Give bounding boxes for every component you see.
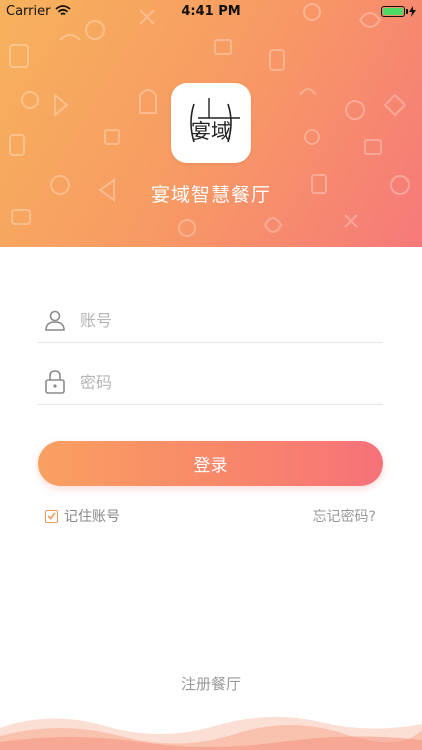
checkmark-icon — [47, 512, 56, 520]
wifi-icon — [55, 5, 72, 16]
lock-icon — [45, 370, 65, 394]
remember-account-toggle[interactable]: 记住账号 — [45, 506, 120, 526]
password-field[interactable] — [38, 360, 383, 405]
login-button[interactable]: 登录 — [38, 441, 383, 486]
account-input[interactable] — [78, 309, 362, 331]
app-logo: 宴域 — [171, 83, 251, 163]
header-banner: 宴域 宴域智慧餐厅 — [0, 0, 422, 247]
password-input[interactable] — [78, 371, 362, 393]
battery-icon — [381, 5, 408, 17]
account-field[interactable] — [38, 298, 383, 343]
footer-waves — [0, 716, 422, 750]
remember-checkbox[interactable] — [45, 509, 58, 523]
logo-text: 宴域 — [191, 119, 231, 143]
app-name: 宴域智慧餐厅 — [150, 184, 271, 206]
status-bar: Carrier 4:41 PM — [0, 0, 422, 22]
user-icon — [45, 310, 65, 331]
forgot-password-link[interactable]: 忘记密码? — [313, 506, 376, 526]
carrier-label: Carrier — [6, 3, 51, 19]
register-restaurant-link[interactable]: 注册餐厅 — [0, 673, 422, 694]
logo-mark: 宴域 — [190, 98, 240, 143]
remember-label: 记住账号 — [64, 509, 120, 525]
charging-bolt-icon — [409, 5, 416, 17]
